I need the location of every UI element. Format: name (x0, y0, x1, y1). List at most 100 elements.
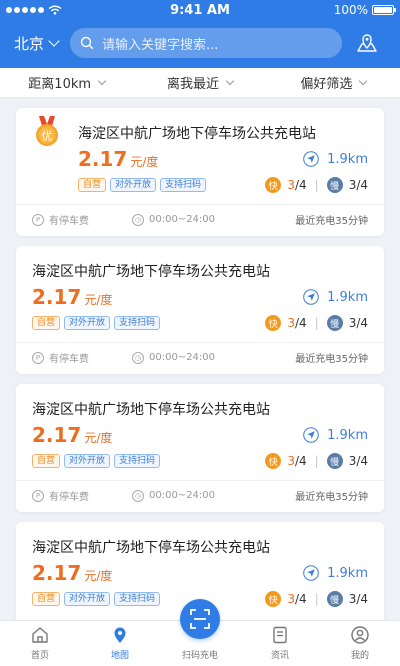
slow-charger-badge: 慢 (326, 315, 343, 331)
tab-label: 资讯 (270, 651, 289, 661)
parking-info: P 有停车费 (32, 350, 122, 365)
home-icon (32, 627, 48, 643)
distance-button[interactable]: 1.9km (303, 427, 368, 443)
tag-self-operated: 自营 (32, 454, 61, 468)
tab-profile[interactable]: 我的 (320, 621, 400, 666)
tag-public: 对外开放 (64, 454, 111, 468)
status-time: 9:41 AM (170, 3, 230, 18)
city-selector[interactable]: 北京 (14, 33, 60, 54)
station-card[interactable]: 优 海淀区中航广场地下停车场公共充电站 2.17 元/度 1.9km 自营 对外开… (16, 108, 384, 236)
station-card[interactable]: 海淀区中航广场地下停车场公共充电站 2.17 元/度 1.9km 自营 对外开放 … (16, 384, 384, 512)
fast-charger-badge: 快 (265, 591, 282, 607)
station-card[interactable]: 海淀区中航广场地下停车场公共充电站 2.17 元/度 1.9km 自营 对外开放 … (16, 246, 384, 374)
search-input[interactable]: 请输入关键字搜索... (70, 28, 343, 58)
search-placeholder: 请输入关键字搜索... (102, 37, 219, 53)
price-value: 2.17 (32, 285, 82, 309)
fast-charger-badge: 快 (265, 453, 282, 469)
tag-group: 自营 对外开放 支持扫码 (32, 592, 161, 606)
navigation-icon (303, 151, 319, 167)
card-footer: P 有停车费 ◷ 00:00~24:00 最近充电35分钟 (32, 212, 368, 227)
slow-count: 3/4 (348, 592, 368, 606)
parking-icon: P (32, 351, 44, 364)
clock-icon: ◷ (132, 351, 144, 364)
charger-counts: 快 3/4 | 慢 3/4 (265, 453, 368, 469)
map-location-button[interactable] (354, 30, 380, 56)
status-bar: 9:41 AM 100% (0, 0, 400, 20)
station-name: 海淀区中航广场地下停车场公共充电站 (32, 264, 270, 280)
station-price: 2.17 元/度 (32, 423, 112, 447)
parking-info: P 有停车费 (32, 488, 122, 503)
tag-group: 自营 对外开放 支持扫码 (78, 178, 207, 192)
tab-label: 我的 (350, 651, 369, 661)
clock-icon: ◷ (132, 213, 144, 226)
price-unit: 元/度 (130, 155, 159, 169)
map-pin-icon (357, 34, 377, 52)
tag-scan: 支持扫码 (114, 592, 161, 606)
tag-group: 自营 对外开放 支持扫码 (32, 316, 161, 330)
tab-scan-charge[interactable]: 扫码充电 (160, 599, 240, 666)
slow-charger-badge: 慢 (326, 177, 343, 193)
filter-preference[interactable]: 偏好筛选 (267, 73, 400, 92)
parking-info: P 有停车费 (32, 212, 122, 227)
station-price: 2.17 元/度 (32, 561, 112, 585)
scan-icon (190, 609, 210, 629)
news-icon (273, 626, 287, 644)
tag-self-operated: 自营 (78, 178, 107, 192)
tag-self-operated: 自营 (32, 592, 61, 606)
separator: | (314, 592, 319, 606)
charger-counts: 快 3/4 | 慢 3/4 (265, 177, 368, 193)
price-unit: 元/度 (84, 431, 113, 445)
price-value: 2.17 (78, 147, 128, 171)
slow-count: 3/4 (348, 454, 368, 468)
distance-value: 1.9km (327, 427, 368, 443)
separator: | (314, 316, 319, 330)
battery-icon (372, 5, 396, 15)
distance-value: 1.9km (327, 289, 368, 305)
slow-charger-badge: 慢 (326, 453, 343, 469)
slow-charger-badge: 慢 (326, 591, 343, 607)
tab-map[interactable]: 地图 (80, 621, 160, 666)
fast-count: 3/4 (287, 592, 307, 606)
filter-distance[interactable]: 距离10km (0, 73, 133, 92)
price-value: 2.17 (32, 423, 82, 447)
fast-count: 3/4 (287, 454, 307, 468)
tab-label: 扫码充电 (181, 651, 218, 661)
divider (16, 342, 384, 343)
hours-info: ◷ 00:00~24:00 (132, 489, 252, 502)
distance-button[interactable]: 1.9km (303, 565, 368, 581)
app-header: 9:41 AM 100% 北京 请输入关键字搜索... (0, 0, 400, 68)
tag-self-operated: 自营 (32, 316, 61, 330)
card-footer: P 有停车费 ◷ 00:00~24:00 最近充电35分钟 (32, 350, 368, 365)
filter-sort[interactable]: 离我最近 (133, 73, 266, 92)
separator: | (314, 454, 319, 468)
hours-info: ◷ 00:00~24:00 (132, 213, 252, 226)
price-value: 2.17 (32, 561, 82, 585)
chevron-down-icon (359, 76, 368, 86)
medal-label: 优 (42, 130, 53, 143)
charger-counts: 快 3/4 | 慢 3/4 (265, 591, 368, 607)
station-price: 2.17 元/度 (78, 147, 158, 171)
filter-label: 偏好筛选 (300, 77, 353, 92)
separator: | (314, 178, 319, 192)
navigation-icon (303, 289, 319, 305)
parking-icon: P (32, 213, 44, 226)
distance-button[interactable]: 1.9km (303, 289, 368, 305)
tab-home[interactable]: 首页 (0, 621, 80, 666)
tag-public: 对外开放 (64, 316, 111, 330)
map-marker-icon (114, 627, 126, 643)
distance-button[interactable]: 1.9km (303, 151, 368, 167)
divider (16, 480, 384, 481)
price-unit: 元/度 (84, 569, 113, 583)
fast-count: 3/4 (287, 316, 307, 330)
price-unit: 元/度 (84, 293, 113, 307)
tab-news[interactable]: 资讯 (240, 621, 320, 666)
tag-public: 对外开放 (64, 592, 111, 606)
fast-charger-badge: 快 (265, 315, 282, 331)
navigation-icon (303, 427, 319, 443)
tag-public: 对外开放 (110, 178, 157, 192)
distance-value: 1.9km (327, 565, 368, 581)
tab-label: 地图 (110, 651, 129, 661)
recent-charge: 最近充电35分钟 (295, 354, 368, 365)
fast-count: 3/4 (287, 178, 307, 192)
scan-button[interactable] (180, 599, 220, 639)
